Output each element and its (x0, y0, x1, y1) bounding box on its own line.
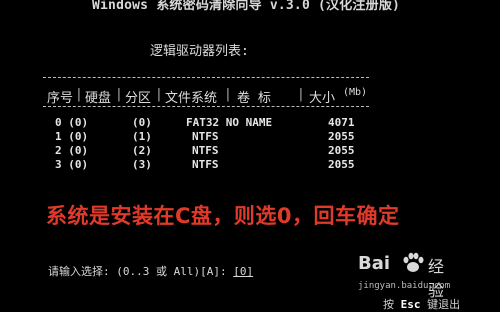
watermark-cn: 经验 (428, 257, 445, 300)
window-title: Windows 系统密码清除向导 v.3.0 (汉化注册版) (92, 0, 401, 13)
cell-size: 4071 (328, 116, 355, 129)
table-header-rule (43, 106, 369, 107)
cell-filesystem-label: NTFS (192, 130, 219, 143)
drive-list-title: 逻辑驱动器列表: (150, 44, 249, 59)
cell-size: 2055 (328, 144, 355, 157)
cell-size: 2055 (328, 158, 355, 171)
cell-size: 2055 (328, 130, 355, 143)
exit-hint-suffix: 键退出 (427, 298, 461, 311)
col-header-volume-label: 卷 标 (237, 91, 271, 106)
col-header-size: 大小 (309, 91, 336, 106)
cell-partition: (2) (132, 144, 152, 157)
col-divider: | (115, 87, 123, 102)
col-header-disk: 硬盘 (85, 91, 112, 106)
cell-filesystem-label: NTFS (192, 158, 219, 171)
selection-prompt-label: 请输入选择: (0..3 或 All)[A]: (48, 265, 227, 278)
exit-hint-prefix: 按 (383, 298, 394, 311)
col-divider: | (224, 87, 232, 102)
cell-index-disk: 1 (0) (55, 130, 89, 143)
cell-filesystem-label: FAT32 NO NAME (186, 116, 273, 129)
instruction-annotation: 系统是安装在C盘，则选0，回车确定 (46, 204, 400, 228)
col-header-index: 序号 (47, 91, 74, 106)
cell-index-disk: 2 (0) (55, 144, 89, 157)
cell-filesystem-label: NTFS (192, 144, 219, 157)
cell-partition: (3) (132, 158, 152, 171)
cell-index-disk: 0 (0) (55, 116, 89, 129)
cell-partition: (0) (132, 116, 152, 129)
col-divider: | (155, 87, 163, 102)
selection-prompt: 请输入选择: (0..3 或 All)[A]: [0] (48, 263, 253, 279)
watermark-brand: Bai (358, 253, 391, 274)
esc-key[interactable]: Esc (401, 298, 421, 311)
col-header-size-unit: (Mb) (343, 87, 368, 98)
exit-hint: 按 Esc 键退出 (383, 296, 460, 312)
col-header-partition: 分区 (125, 91, 152, 106)
col-divider: | (297, 87, 305, 102)
table-top-rule (43, 77, 369, 78)
selection-input[interactable]: [0] (233, 265, 253, 278)
col-header-filesystem: 文件系统 (165, 91, 218, 106)
cell-partition: (1) (132, 130, 152, 143)
paw-icon (403, 252, 424, 272)
col-divider: | (75, 87, 83, 102)
watermark-url: jingyan.baidu.com (358, 281, 451, 291)
cell-index-disk: 3 (0) (55, 158, 89, 171)
